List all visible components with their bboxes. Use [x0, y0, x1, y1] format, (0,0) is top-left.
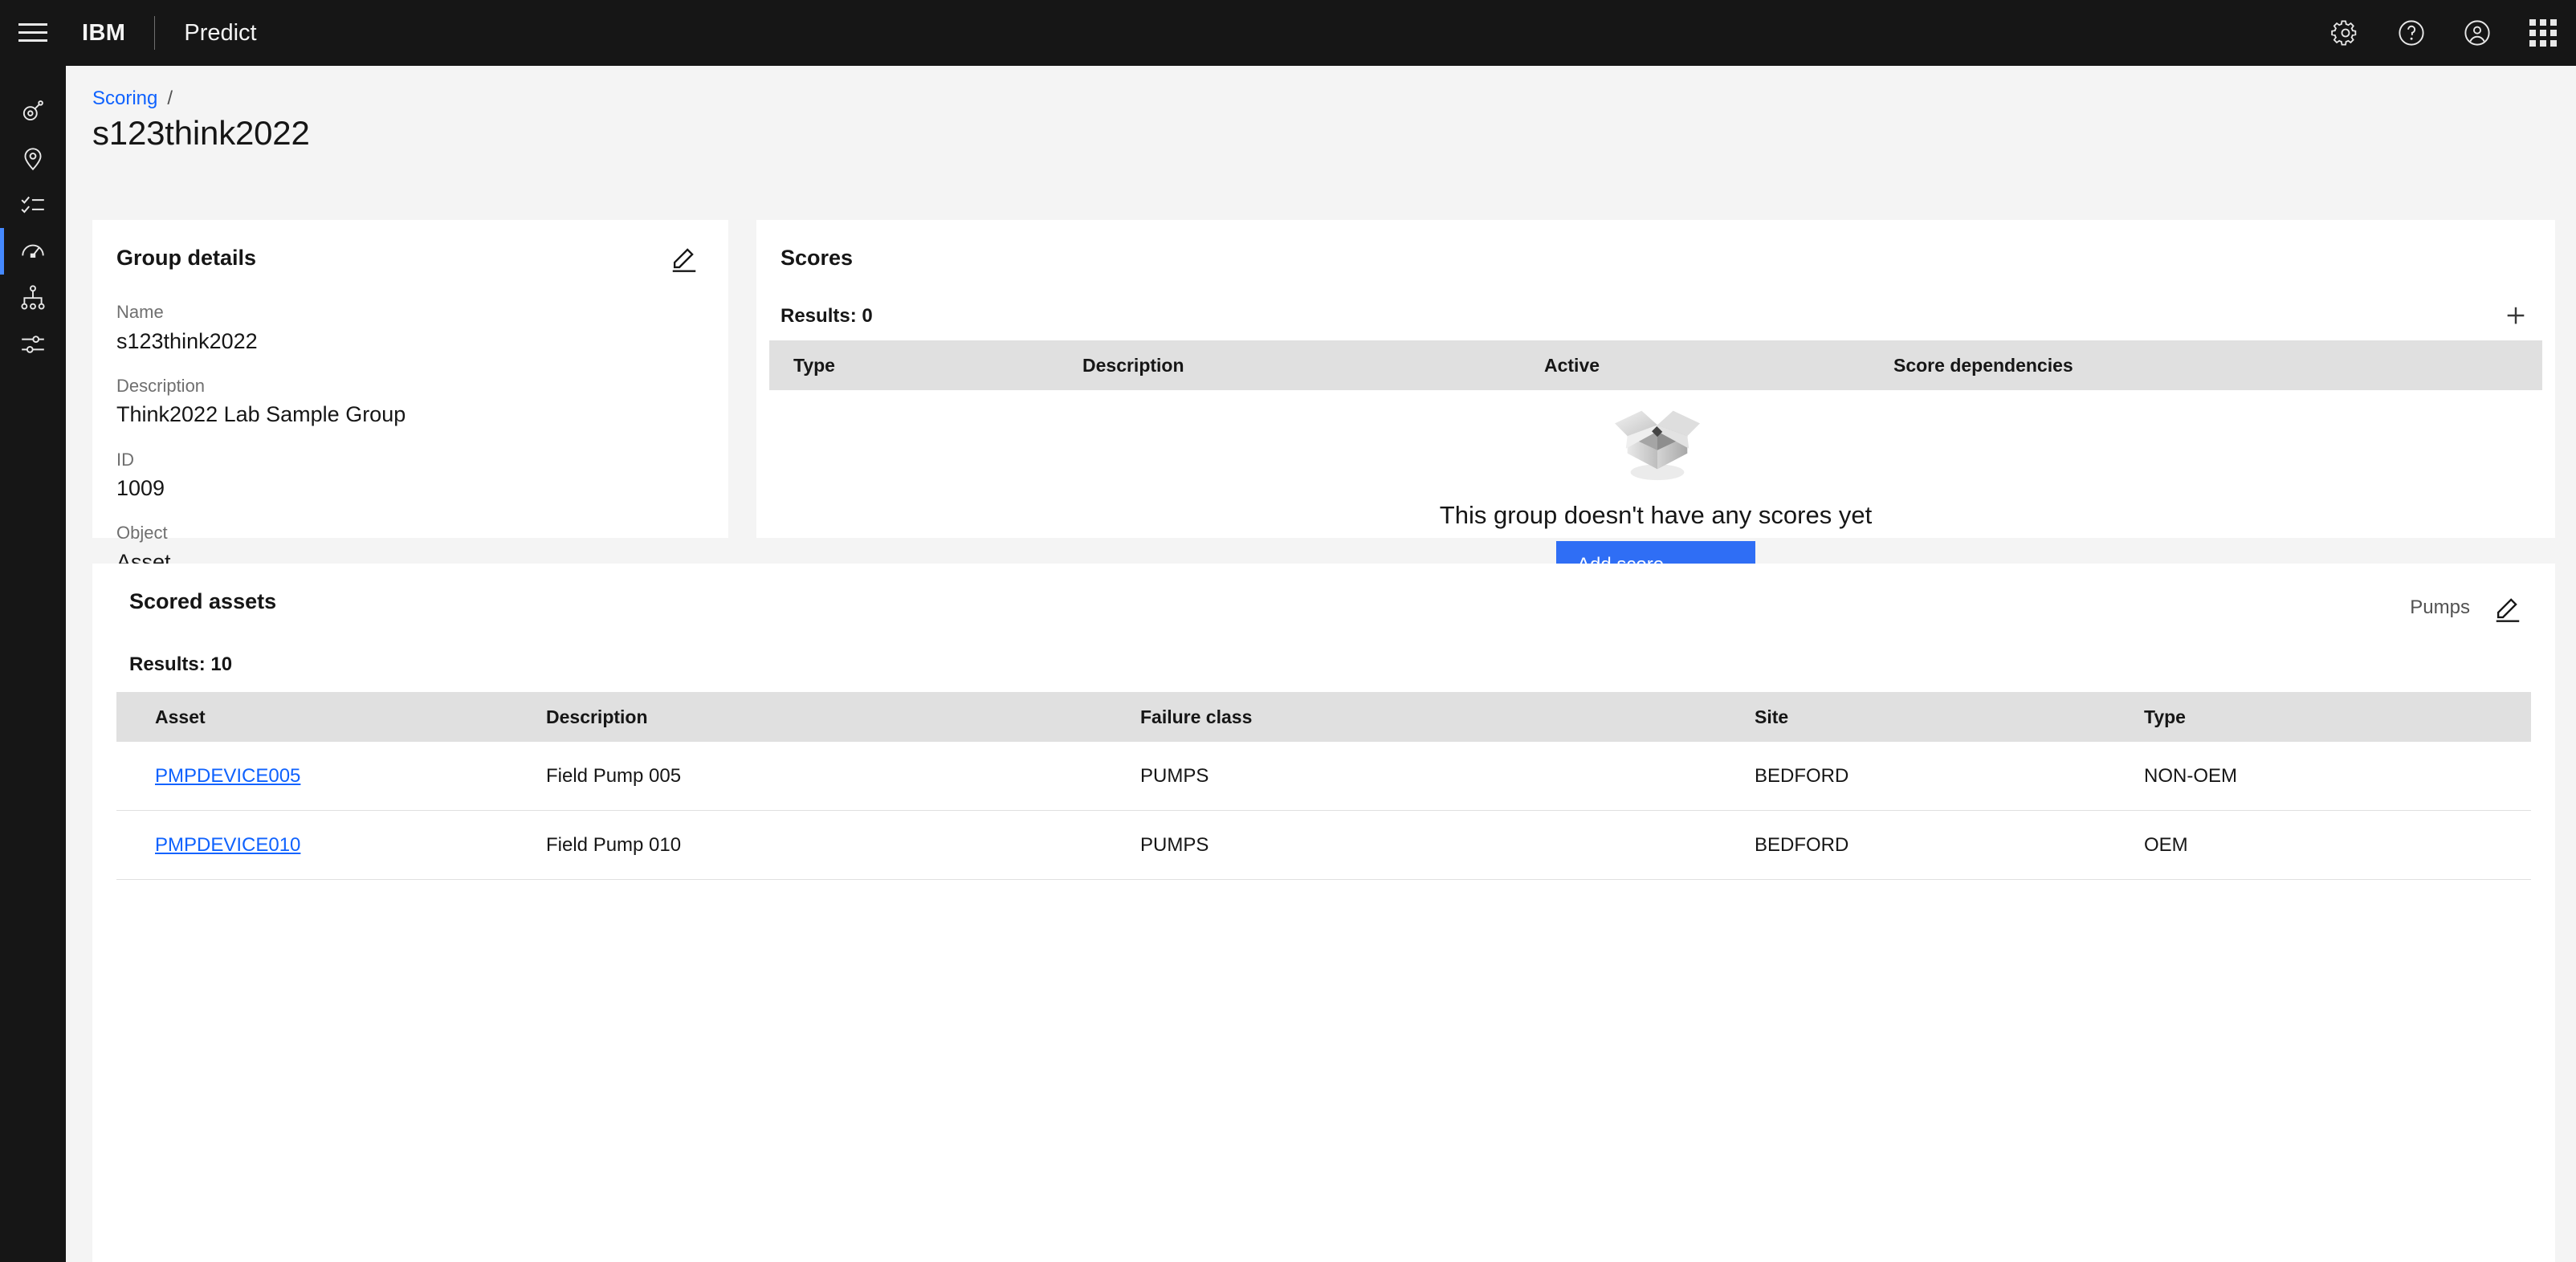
column-header-asset[interactable]: Asset: [116, 706, 546, 728]
table-row[interactable]: PMPDEVICE010 Field Pump 010 PUMPS BEDFOR…: [116, 811, 2531, 880]
scored-assets-card: Scored assets Pumps Results: 10 Asset De…: [92, 564, 2555, 1262]
plus-icon: [2507, 307, 2525, 324]
gear-icon: [2331, 20, 2357, 46]
scores-results-count: Results: 0: [781, 305, 873, 327]
cell-description: Field Pump 005: [546, 764, 682, 787]
scores-empty-message: This group doesn't have any scores yet: [1439, 501, 1873, 529]
header-divider: [154, 16, 156, 50]
add-score-icon-button[interactable]: [2501, 300, 2531, 331]
app-header: IBM Predict: [0, 0, 2576, 66]
cell-asset: PMPDEVICE010: [116, 834, 546, 857]
sidebar-item-settings[interactable]: [0, 321, 66, 368]
product-name-label[interactable]: Predict: [184, 20, 256, 47]
column-header-score-dependencies[interactable]: Score dependencies: [1893, 355, 2375, 377]
user-avatar-icon: [2464, 20, 2490, 46]
breadcrumb-separator: /: [167, 88, 173, 109]
asset-link[interactable]: PMPDEVICE010: [155, 834, 300, 856]
sidebar-item-assets[interactable]: [0, 88, 66, 135]
main-content: Scoring / s123think2022 Group details Na…: [66, 66, 2576, 1262]
edit-pencil-icon: [2496, 598, 2520, 622]
scored-assets-filter-label: Pumps: [2410, 596, 2470, 618]
scored-assets-title: Scored assets: [129, 589, 277, 613]
breadcrumb-link-scoring[interactable]: Scoring: [92, 88, 157, 110]
cell-description: Field Pump 010: [546, 833, 682, 856]
hamburger-menu-button[interactable]: [0, 0, 66, 66]
scores-title: Scores: [781, 246, 854, 270]
group-details-title: Group details: [116, 246, 257, 270]
sidebar-item-scoring[interactable]: [0, 228, 66, 275]
column-header-description[interactable]: Description: [546, 706, 1140, 728]
field-id: ID 1009: [116, 448, 406, 503]
cell-type: NON-OEM: [2144, 764, 2237, 787]
app-switcher-icon: [2529, 19, 2557, 47]
app-switcher-button[interactable]: [2510, 0, 2576, 66]
task-list-icon: [21, 196, 44, 214]
empty-box-icon: [1614, 410, 1701, 481]
group-details-card: Group details Name s123think2022 Descrip…: [92, 220, 728, 574]
settings-button[interactable]: [2313, 0, 2378, 66]
cell-type: OEM: [2144, 833, 2188, 856]
asset-link[interactable]: PMPDEVICE005: [155, 765, 300, 787]
user-account-button[interactable]: [2444, 0, 2510, 66]
edit-pencil-icon: [672, 248, 696, 272]
scored-assets-results-count: Results: 10: [129, 653, 233, 675]
column-header-site[interactable]: Site: [1755, 706, 2144, 728]
field-label: Name: [116, 302, 164, 322]
ibm-brand-label: IBM: [82, 19, 126, 46]
cell-failure-class: PUMPS: [1140, 833, 1209, 856]
scores-table-header: Type Description Active Score dependenci…: [769, 340, 2542, 390]
table-row[interactable]: PMPDEVICE005 Field Pump 005 PUMPS BEDFOR…: [116, 742, 2531, 811]
left-navigation-rail: [0, 66, 66, 1262]
scored-assets-edit-button[interactable]: [2492, 592, 2523, 623]
sidebar-item-hierarchy[interactable]: [0, 275, 66, 321]
field-value: Think2022 Lab Sample Group: [116, 402, 406, 427]
hierarchy-icon: [21, 285, 45, 310]
group-details-edit-button[interactable]: [669, 242, 699, 273]
field-label: Description: [116, 375, 206, 396]
field-label: Object: [116, 523, 168, 543]
field-value: 1009: [116, 476, 165, 501]
column-header-failure-class[interactable]: Failure class: [1140, 706, 1755, 728]
location-pin-icon: [24, 148, 42, 171]
help-button[interactable]: [2378, 0, 2444, 66]
scored-assets-header-actions: Pumps: [2410, 592, 2523, 623]
field-description: Description Think2022 Lab Sample Group: [116, 374, 406, 429]
field-value: s123think2022: [116, 328, 258, 353]
scored-assets-table-header: Asset Description Failure class Site Typ…: [116, 692, 2531, 742]
sidebar-item-locations[interactable]: [0, 135, 66, 181]
cell-site: BEDFORD: [1755, 833, 1849, 856]
cell-site: BEDFORD: [1755, 764, 1849, 787]
scored-assets-table-body: PMPDEVICE005 Field Pump 005 PUMPS BEDFOR…: [116, 742, 2531, 880]
settings-sliders-icon: [22, 336, 44, 353]
scores-card: Scores Results: 0 Type Description Activ…: [756, 220, 2555, 589]
column-header-type[interactable]: Type: [2144, 706, 2465, 728]
sidebar-item-tasks[interactable]: [0, 181, 66, 228]
scores-empty-state: This group doesn't have any scores yet A…: [756, 397, 2555, 589]
help-icon: [2399, 20, 2424, 46]
cell-failure-class: PUMPS: [1140, 764, 1209, 787]
gauge-scoring-icon: [22, 244, 44, 258]
cell-asset: PMPDEVICE005: [116, 765, 546, 788]
field-label: ID: [116, 449, 134, 470]
asset-icon: [22, 100, 43, 121]
hamburger-menu-icon: [18, 22, 47, 43]
rail-top-spacer: [0, 66, 66, 88]
column-header-active[interactable]: Active: [1544, 355, 1893, 377]
column-header-description[interactable]: Description: [1082, 355, 1544, 377]
page-title: s123think2022: [92, 114, 310, 152]
field-name: Name s123think2022: [116, 300, 406, 356]
column-header-type[interactable]: Type: [769, 355, 1082, 377]
group-details-fields: Name s123think2022 Description Think2022…: [116, 300, 406, 595]
breadcrumb: Scoring /: [92, 88, 173, 110]
